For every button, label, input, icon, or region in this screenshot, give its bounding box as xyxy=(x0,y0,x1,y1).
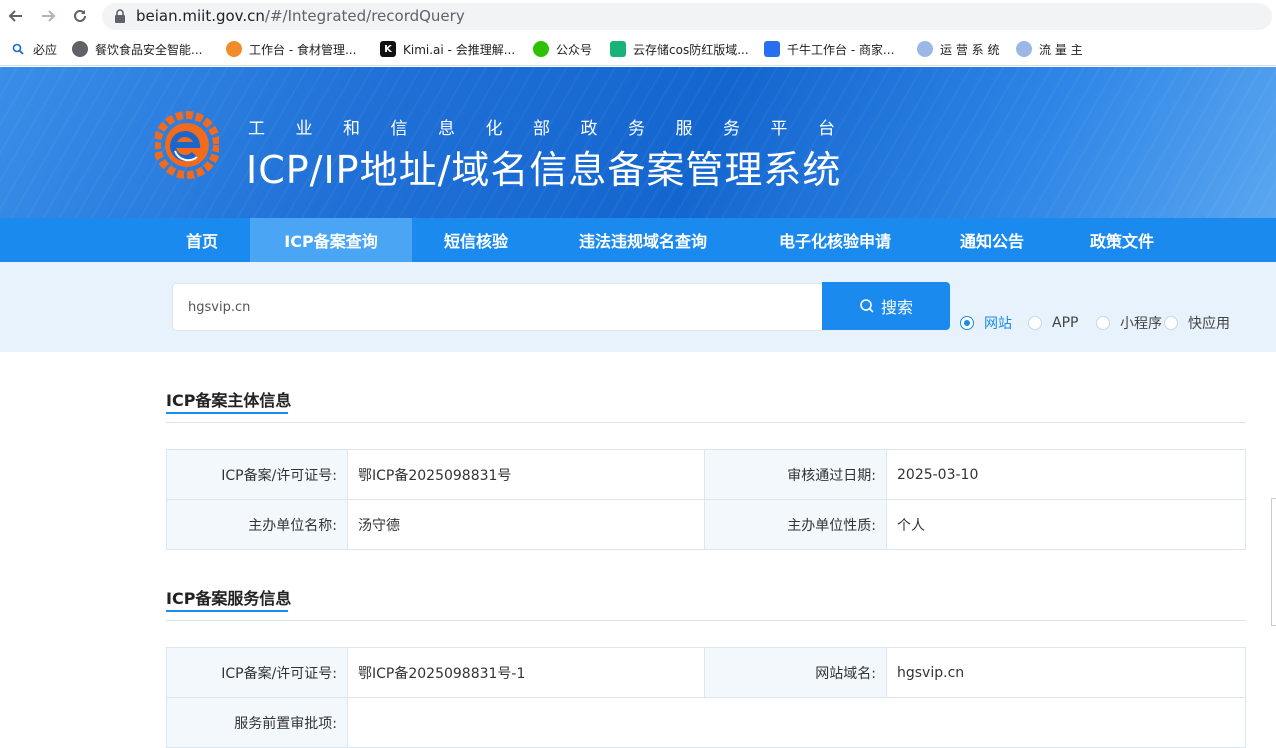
reload-icon[interactable] xyxy=(69,5,91,27)
value-sponsor-type: 个人 xyxy=(886,499,1246,550)
section-title-subject: ICP备案主体信息 xyxy=(166,391,292,410)
search-input[interactable]: hgsvip.cn xyxy=(172,283,824,331)
radio-quickapp[interactable]: 快应用 xyxy=(1164,315,1230,332)
bookmark-item[interactable]: 千牛工作台 - 商家... xyxy=(764,40,894,58)
menu-illegal-domain[interactable]: 违法违规域名查询 xyxy=(555,218,731,262)
bookmark-item[interactable]: 流 量 主 xyxy=(1016,40,1083,58)
section-divider xyxy=(166,422,1246,423)
search-button[interactable]: 搜索 xyxy=(822,282,950,330)
menu-notices[interactable]: 通知公告 xyxy=(940,218,1044,262)
back-arrow-icon[interactable] xyxy=(5,5,27,27)
bookmark-item[interactable]: K Kimi.ai - 会推理解... xyxy=(380,40,515,58)
value-domain: hgsvip.cn xyxy=(886,647,1246,698)
menu-policy[interactable]: 政策文件 xyxy=(1070,218,1174,262)
url-text: beian.miit.gov.cn/#/Integrated/recordQue… xyxy=(136,7,465,25)
miit-logo-icon xyxy=(155,111,219,179)
search-panel: hgsvip.cn 搜索 网站 APP 小程序 快应用 xyxy=(0,262,1276,352)
search-icon xyxy=(860,299,874,313)
banner-title: ICP/IP地址/域名信息备案管理系统 xyxy=(246,148,842,192)
menu-sms-verify[interactable]: 短信核验 xyxy=(420,218,532,262)
value-pre-approval xyxy=(347,697,1246,748)
kimi-icon: K xyxy=(380,41,396,57)
search-icon xyxy=(10,41,26,57)
bookmark-item[interactable]: 运 营 系 统 xyxy=(917,40,999,58)
forward-arrow-icon[interactable] xyxy=(37,5,59,27)
globe-icon xyxy=(72,41,88,57)
search-button-label: 搜索 xyxy=(880,298,913,317)
section-underline xyxy=(166,412,288,414)
label-service-license-no: ICP备案/许可证号: xyxy=(166,647,348,698)
banner-subtitle: 工业和信息化部政务服务平台 xyxy=(248,119,866,139)
radio-miniprogram[interactable]: 小程序 xyxy=(1096,315,1162,332)
orange-logo-icon xyxy=(226,41,242,57)
bookmark-item[interactable]: 餐饮食品安全智能... xyxy=(72,40,202,58)
label-license-no: ICP备案/许可证号: xyxy=(166,449,348,500)
label-sponsor-type: 主办单位性质: xyxy=(704,499,887,550)
section-divider xyxy=(166,620,1246,621)
subject-info-table: ICP备案/许可证号: 鄂ICP备2025098831号 审核通过日期: 202… xyxy=(166,449,1246,550)
section-underline xyxy=(166,610,288,612)
table-row: ICP备案/许可证号: 鄂ICP备2025098831号-1 网站域名: hgs… xyxy=(166,647,1246,698)
bookmark-item[interactable]: 公众号 xyxy=(533,40,592,58)
bookmark-item[interactable]: 必应 xyxy=(10,40,57,58)
value-sponsor-name: 汤守德 xyxy=(347,499,705,550)
label-approve-date: 审核通过日期: xyxy=(704,449,887,500)
table-row: ICP备案/许可证号: 鄂ICP备2025098831号 审核通过日期: 202… xyxy=(166,449,1246,500)
wechat-icon xyxy=(533,41,549,57)
label-domain: 网站域名: xyxy=(704,647,887,698)
menu-home[interactable]: 首页 xyxy=(160,218,244,262)
user-icon xyxy=(1016,41,1032,57)
label-pre-approval: 服务前置审批项: xyxy=(166,697,348,748)
radio-dot xyxy=(1028,316,1042,330)
table-row: 主办单位名称: 汤守德 主办单位性质: 个人 xyxy=(166,499,1246,550)
site-banner: 工业和信息化部政务服务平台 ICP/IP地址/域名信息备案管理系统 xyxy=(0,67,1276,218)
browser-toolbar: beian.miit.gov.cn/#/Integrated/recordQue… xyxy=(0,0,1276,32)
menu-icp-query[interactable]: ICP备案查询 xyxy=(250,218,412,262)
menu-e-verify[interactable]: 电子化核验申请 xyxy=(760,218,910,262)
fox-icon xyxy=(610,41,626,57)
user-icon xyxy=(917,41,933,57)
bookmarks-bar: 必应 餐饮食品安全智能... 工作台 - 食材管理... K Kimi.ai -… xyxy=(0,32,1276,66)
bookmark-item[interactable]: 云存储cos防红版域... xyxy=(610,40,749,58)
side-float-tab[interactable] xyxy=(1271,498,1276,626)
value-license-no: 鄂ICP备2025098831号 xyxy=(347,449,705,500)
qianniu-icon xyxy=(764,41,780,57)
address-bar[interactable]: beian.miit.gov.cn/#/Integrated/recordQue… xyxy=(102,3,1272,30)
lock-icon xyxy=(115,9,125,23)
radio-app[interactable]: APP xyxy=(1028,315,1078,331)
section-title-service: ICP备案服务信息 xyxy=(166,589,292,608)
bookmark-item[interactable]: 工作台 - 食材管理... xyxy=(226,40,356,58)
service-info-table: ICP备案/许可证号: 鄂ICP备2025098831号-1 网站域名: hgs… xyxy=(166,647,1246,748)
label-sponsor-name: 主办单位名称: xyxy=(166,499,348,550)
radio-dot xyxy=(1096,316,1110,330)
main-menu: 首页 ICP备案查询 短信核验 违法违规域名查询 电子化核验申请 通知公告 政策… xyxy=(0,218,1276,262)
table-row: 服务前置审批项: xyxy=(166,697,1246,748)
radio-website[interactable]: 网站 xyxy=(960,315,1012,332)
value-approve-date: 2025-03-10 xyxy=(886,449,1246,500)
value-service-license-no: 鄂ICP备2025098831号-1 xyxy=(347,647,705,698)
radio-dot xyxy=(1164,316,1178,330)
radio-dot xyxy=(960,316,974,330)
